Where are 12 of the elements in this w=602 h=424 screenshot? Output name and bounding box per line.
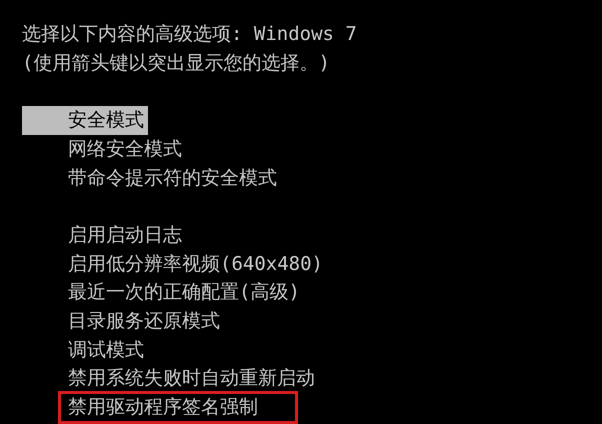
boot-option[interactable]: 网络安全模式 [22,134,186,164]
boot-option[interactable]: 启用启动日志 [22,220,186,250]
boot-option[interactable]: 启用低分辨率视频(640x480) [22,250,327,278]
boot-option[interactable]: 禁用系统失败时自动重新启动 [22,364,319,394]
boot-option[interactable]: 最近一次的正确配置(高级) [22,278,304,307]
boot-option[interactable]: 安全模式 [22,106,148,135]
boot-option[interactable]: 禁用驱动程序签名强制 [60,393,296,422]
instruction-text: (使用箭头键以突出显示您的选择。) [22,52,330,74]
instruction-text: 选择以下内容的高级选项: Windows 7 [22,23,357,45]
boot-option[interactable]: 目录服务还原模式 [22,307,224,336]
boot-option[interactable]: 调试模式 [22,336,148,364]
boot-option[interactable]: 带命令提示符的安全模式 [22,164,281,192]
